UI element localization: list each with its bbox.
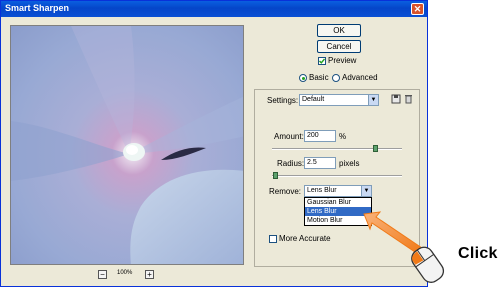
preview-label: Preview — [328, 56, 357, 65]
cancel-button[interactable]: Cancel — [317, 40, 361, 53]
zoom-in-button[interactable]: + — [145, 270, 154, 279]
preview-checkbox[interactable] — [318, 57, 326, 65]
click-label: Click — [458, 245, 498, 262]
advanced-label: Advanced — [342, 73, 378, 82]
dialog-title: Smart Sharpen — [5, 3, 70, 13]
zoom-out-button[interactable]: − — [98, 270, 107, 279]
zoom-controls: − 100% + — [98, 269, 158, 280]
mouse-click-icon — [411, 246, 445, 283]
zoom-level: 100% — [117, 270, 133, 276]
advanced-radio[interactable] — [332, 74, 340, 82]
checkmark-icon — [319, 58, 325, 64]
flower-photo — [11, 26, 243, 264]
title-bar: Smart Sharpen ✕ — [1, 1, 427, 17]
preview-image[interactable] — [10, 25, 244, 265]
basic-radio[interactable] — [299, 74, 307, 82]
close-button[interactable]: ✕ — [411, 3, 424, 15]
ok-button[interactable]: OK — [317, 24, 361, 37]
basic-label: Basic — [309, 73, 329, 82]
